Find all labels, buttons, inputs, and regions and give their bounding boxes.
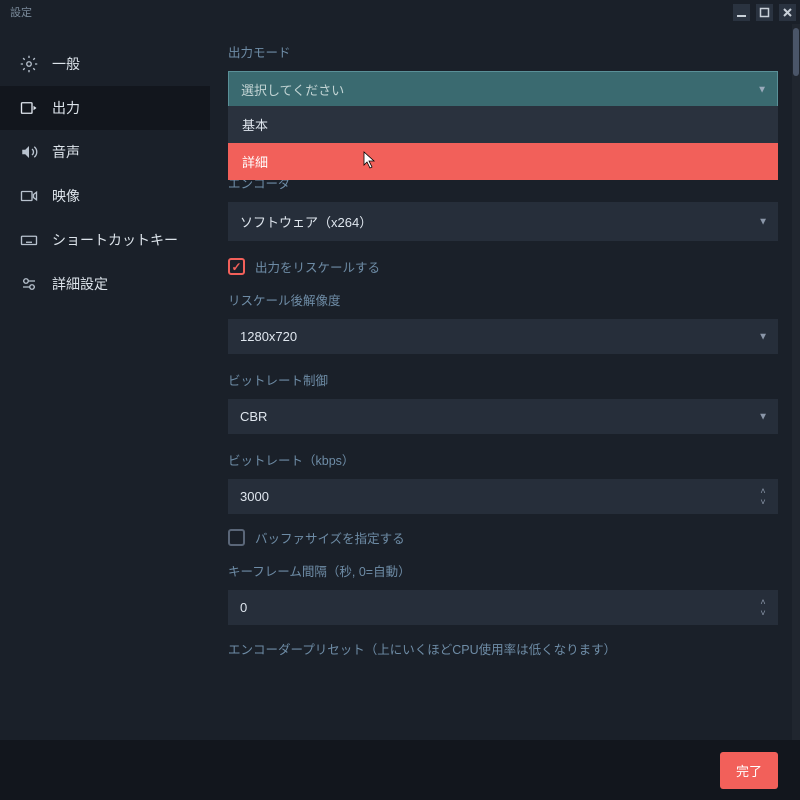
buffer-size-checkbox[interactable] bbox=[228, 529, 245, 546]
sidebar-item-video[interactable]: 映像 bbox=[0, 174, 210, 218]
keyframe-interval-label: キーフレーム間隔（秒, 0=自動） bbox=[228, 561, 778, 580]
chevron-down-icon: ▼ bbox=[758, 331, 768, 342]
output-mode-placeholder: 選択してください bbox=[241, 83, 344, 98]
rescale-resolution-label: リスケール後解像度 bbox=[228, 290, 778, 309]
keyboard-icon bbox=[20, 231, 38, 249]
dropdown-option-basic[interactable]: 基本 bbox=[228, 106, 778, 143]
keyframe-interval-input[interactable]: 0 ˄ ˅ bbox=[228, 590, 778, 625]
rescale-resolution-select[interactable]: 1280x720 ▼ bbox=[228, 319, 778, 354]
chevron-down-icon: ▼ bbox=[758, 411, 768, 422]
bitrate-input[interactable]: 3000 ˄ ˅ bbox=[228, 479, 778, 514]
footer: 完了 bbox=[0, 740, 800, 800]
dropdown-option-advanced[interactable]: 詳細 bbox=[228, 143, 778, 180]
maximize-button[interactable] bbox=[756, 4, 773, 21]
scrollbar-vertical[interactable] bbox=[792, 24, 800, 740]
sidebar-item-advanced[interactable]: 詳細設定 bbox=[0, 262, 210, 306]
spinner-down-icon[interactable]: ˅ bbox=[754, 498, 772, 507]
cursor-icon bbox=[362, 150, 378, 173]
sidebar-item-label: 出力 bbox=[52, 98, 80, 118]
bitrate-value: 3000 bbox=[240, 489, 269, 504]
gear-icon bbox=[20, 55, 38, 73]
output-mode-label: 出力モード bbox=[228, 42, 778, 61]
bitrate-control-value: CBR bbox=[240, 409, 267, 424]
sidebar-item-audio[interactable]: 音声 bbox=[0, 130, 210, 174]
buffer-size-label: バッファサイズを指定する bbox=[255, 528, 405, 547]
output-mode-select[interactable]: 選択してください ▼ bbox=[228, 71, 778, 108]
encoder-select[interactable]: ソフトウェア（x264） ▼ bbox=[228, 202, 778, 241]
minimize-button[interactable] bbox=[733, 4, 750, 21]
sidebar-item-general[interactable]: 一般 bbox=[0, 42, 210, 86]
rescale-output-checkbox[interactable] bbox=[228, 258, 245, 275]
sliders-icon bbox=[20, 275, 38, 293]
sidebar-item-label: 映像 bbox=[52, 186, 80, 206]
rescale-resolution-value: 1280x720 bbox=[240, 329, 297, 344]
chevron-down-icon: ▼ bbox=[757, 84, 767, 95]
output-mode-dropdown: 基本 詳細 bbox=[228, 106, 778, 180]
sidebar-item-label: 一般 bbox=[52, 54, 80, 74]
dropdown-option-label: 詳細 bbox=[242, 155, 268, 170]
scrollbar-thumb[interactable] bbox=[793, 28, 799, 76]
encoder-value: ソフトウェア（x264） bbox=[240, 215, 372, 230]
keyframe-interval-value: 0 bbox=[240, 600, 247, 615]
close-button[interactable] bbox=[779, 4, 796, 21]
settings-panel: 出力モード 選択してください ▼ 基本 詳細 1 ▼ エンコーダ ソフトウェア（… bbox=[210, 24, 800, 740]
bitrate-label: ビットレート（kbps） bbox=[228, 450, 778, 469]
window-title: 設定 bbox=[10, 4, 32, 20]
output-icon bbox=[20, 99, 38, 117]
sidebar-item-label: 詳細設定 bbox=[52, 274, 108, 294]
rescale-output-label: 出力をリスケールする bbox=[255, 257, 380, 276]
spinner-up-icon[interactable]: ˄ bbox=[754, 598, 772, 607]
spinner-down-icon[interactable]: ˅ bbox=[754, 609, 772, 618]
bitrate-control-label: ビットレート制御 bbox=[228, 370, 778, 389]
done-button[interactable]: 完了 bbox=[720, 752, 778, 789]
sidebar-item-label: ショートカットキー bbox=[52, 230, 178, 250]
sidebar-item-shortcuts[interactable]: ショートカットキー bbox=[0, 218, 210, 262]
speaker-icon bbox=[20, 143, 38, 161]
sidebar-item-output[interactable]: 出力 bbox=[0, 86, 210, 130]
sidebar: 一般 出力 音声 映像 ショートカットキー 詳細設定 bbox=[0, 24, 210, 740]
video-icon bbox=[20, 187, 38, 205]
spinner-up-icon[interactable]: ˄ bbox=[754, 487, 772, 496]
sidebar-item-label: 音声 bbox=[52, 142, 80, 162]
bitrate-control-select[interactable]: CBR ▼ bbox=[228, 399, 778, 434]
encoder-preset-label: エンコーダープリセット（上にいくほどCPU使用率は低くなります） bbox=[228, 639, 778, 658]
chevron-down-icon: ▼ bbox=[758, 216, 768, 227]
